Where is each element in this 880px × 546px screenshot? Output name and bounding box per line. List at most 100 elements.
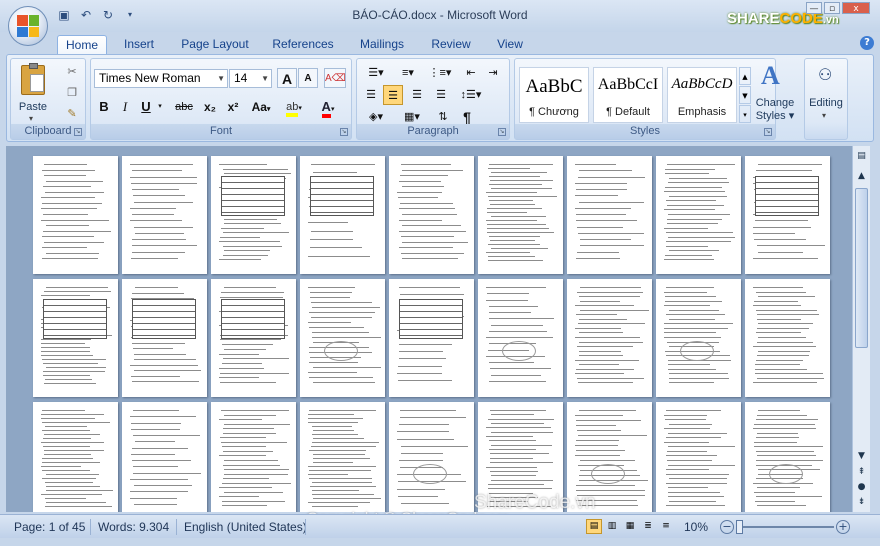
bullets-icon[interactable]: ☰▾ [361, 63, 391, 83]
office-button[interactable] [8, 6, 48, 46]
page-thumbnail[interactable] [656, 279, 741, 397]
zoom-out-icon[interactable]: − [720, 520, 734, 534]
close-button[interactable]: x [842, 2, 870, 14]
ruler-toggle-icon[interactable]: ▤ [854, 150, 869, 163]
bold-button[interactable]: B [95, 97, 113, 117]
help-icon[interactable]: ? [860, 36, 874, 50]
align-right-icon[interactable]: ☰ [407, 85, 427, 105]
page-thumbnail[interactable] [33, 279, 118, 397]
cut-icon[interactable]: ✂ [63, 62, 81, 82]
strikethrough-button[interactable]: abc [171, 97, 197, 117]
clear-formatting-icon[interactable]: A⌫ [324, 68, 346, 88]
page-thumbnail[interactable] [478, 156, 563, 274]
line-spacing-icon[interactable]: ↕☰▾ [457, 85, 485, 105]
shrink-font-button[interactable]: A [298, 68, 318, 88]
page-thumbnail[interactable] [33, 402, 118, 512]
draft-icon[interactable]: ≡ [658, 519, 674, 534]
superscript-button[interactable]: x² [222, 97, 244, 117]
page-thumbnail[interactable] [745, 279, 830, 397]
style-default[interactable]: AaBbCcI ¶ Default [593, 67, 663, 123]
page-indicator[interactable]: Page: 1 of 45 [14, 520, 85, 534]
scroll-up-icon[interactable]: ▲ [854, 170, 869, 183]
decrease-indent-icon[interactable]: ⇤ [461, 63, 481, 83]
page-thumbnail[interactable] [389, 279, 474, 397]
underline-dropdown-icon[interactable]: ▾ [155, 97, 165, 117]
word-count[interactable]: Words: 9.304 [98, 520, 169, 534]
styles-scroll-down-icon[interactable]: ▼ [739, 86, 751, 104]
clipboard-launcher-icon[interactable]: ↘ [74, 128, 82, 136]
change-case-button[interactable]: Aa▾ [247, 97, 275, 117]
page-thumbnail[interactable] [300, 402, 385, 512]
copy-icon[interactable]: ❐ [63, 83, 81, 103]
document-area[interactable] [6, 146, 852, 512]
multilevel-list-icon[interactable]: ⋮≡▾ [425, 63, 455, 83]
page-thumbnail[interactable] [389, 156, 474, 274]
page-thumbnail[interactable] [745, 156, 830, 274]
justify-icon[interactable]: ☰ [431, 85, 451, 105]
tab-page-layout[interactable]: Page Layout [178, 35, 252, 54]
style-emphasis[interactable]: AaBbCcD Emphasis [667, 67, 737, 123]
align-center-icon[interactable]: ☰ [383, 85, 403, 105]
page-thumbnail[interactable] [567, 279, 652, 397]
font-size-combo[interactable]: 14 ▼ [229, 69, 272, 88]
tab-references[interactable]: References [268, 35, 338, 54]
grow-font-button[interactable]: A [277, 68, 297, 88]
font-color-button[interactable]: A▾ [313, 97, 343, 118]
print-layout-icon[interactable]: ▤ [586, 519, 602, 534]
page-thumbnail[interactable] [389, 402, 474, 512]
page-thumbnail[interactable] [122, 402, 207, 512]
vertical-scrollbar[interactable]: ▤ ▲ ▼ ⇞ ● ⇟ [852, 146, 870, 512]
zoom-slider[interactable] [736, 520, 834, 534]
maximize-button[interactable]: ▫ [824, 2, 840, 14]
styles-scroll-up-icon[interactable]: ▲ [739, 67, 751, 85]
scroll-down-icon[interactable]: ▼ [854, 450, 869, 463]
tab-mailings[interactable]: Mailings [352, 35, 412, 54]
minimize-button[interactable]: — [806, 2, 822, 14]
page-thumbnail[interactable] [656, 402, 741, 512]
subscript-button[interactable]: x₂ [199, 97, 221, 117]
page-thumbnail[interactable] [211, 156, 296, 274]
page-thumbnail[interactable] [478, 279, 563, 397]
zoom-in-icon[interactable]: + [836, 520, 850, 534]
underline-button[interactable]: U [137, 97, 155, 117]
format-painter-icon[interactable]: ✎ [63, 104, 81, 124]
tab-view[interactable]: View [490, 35, 530, 54]
change-styles-button[interactable]: A Change Styles ▾ [751, 61, 799, 125]
outline-icon[interactable]: ≣ [640, 519, 656, 534]
zoom-slider-thumb[interactable] [736, 520, 743, 534]
page-thumbnail[interactable] [656, 156, 741, 274]
page-thumbnail[interactable] [745, 402, 830, 512]
styles-launcher-icon[interactable]: ↘ [764, 128, 772, 136]
browse-object-icon[interactable]: ● [854, 481, 869, 494]
styles-more-icon[interactable]: ▾ [739, 105, 751, 123]
tab-home[interactable]: Home [57, 35, 107, 54]
increase-indent-icon[interactable]: ⇥ [483, 63, 503, 83]
page-thumbnail[interactable] [122, 156, 207, 274]
align-left-icon[interactable]: ☰ [361, 85, 381, 105]
numbering-icon[interactable]: ≡▾ [393, 63, 423, 83]
page-thumbnail[interactable] [567, 156, 652, 274]
highlight-button[interactable]: ab▾ [279, 97, 309, 117]
font-name-combo[interactable]: Times New Roman ▼ [94, 69, 228, 88]
web-layout-icon[interactable]: ▦ [622, 519, 638, 534]
page-thumbnail[interactable] [33, 156, 118, 274]
tab-review[interactable]: Review [426, 35, 476, 54]
paragraph-launcher-icon[interactable]: ↘ [498, 128, 506, 136]
scrollbar-thumb[interactable] [855, 188, 868, 348]
tab-insert[interactable]: Insert [116, 35, 162, 54]
page-thumbnail[interactable] [300, 279, 385, 397]
page-thumbnail[interactable] [211, 279, 296, 397]
editing-button[interactable]: ⚇ Editing ▾ [805, 63, 847, 123]
next-page-icon[interactable]: ⇟ [854, 496, 869, 509]
page-thumbnail[interactable] [211, 402, 296, 512]
zoom-level[interactable]: 10% [684, 520, 708, 534]
font-launcher-icon[interactable]: ↘ [340, 128, 348, 136]
style-chuong[interactable]: AaBbC ¶ Chương [519, 67, 589, 123]
language-indicator[interactable]: English (United States) [184, 520, 307, 534]
paste-button[interactable]: Paste ▾ [15, 63, 51, 123]
previous-page-icon[interactable]: ⇞ [854, 466, 869, 479]
page-thumbnail[interactable] [300, 156, 385, 274]
italic-button[interactable]: I [116, 97, 134, 117]
page-thumbnail[interactable] [122, 279, 207, 397]
full-screen-reading-icon[interactable]: ▥ [604, 519, 620, 534]
